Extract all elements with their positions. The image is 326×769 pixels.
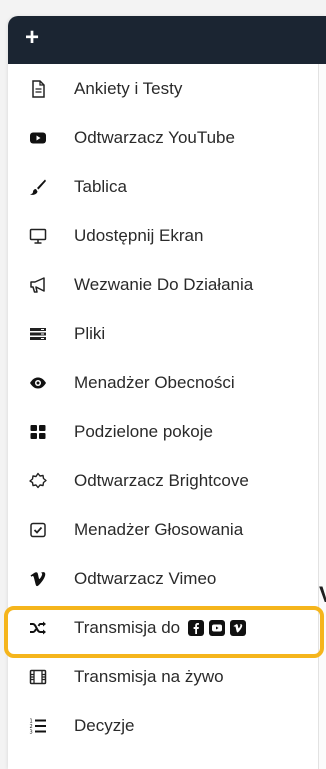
shuffle-icon [28, 618, 48, 638]
brightcove-icon [28, 471, 48, 491]
menu-item-brightcove[interactable]: Odtwarzacz Brightcove [8, 456, 318, 505]
menu-item-decisions[interactable]: 123 Decyzje [8, 701, 318, 750]
eye-icon [28, 373, 48, 393]
menu-item-voting[interactable]: Menadżer Głosowania [8, 505, 318, 554]
menu-item-label: Odtwarzacz YouTube [74, 127, 235, 147]
menu-item-stream-to[interactable]: Transmisja do [8, 603, 318, 652]
brush-icon [28, 177, 48, 197]
menu-item-attendance[interactable]: Menadżer Obecności [8, 358, 318, 407]
menu-item-label: Menadżer Obecności [74, 372, 235, 392]
film-icon [28, 667, 48, 687]
menu-item-label: Udostępnij Ekran [74, 225, 204, 245]
menu-item-call-to-action[interactable]: Wezwanie Do Działania [8, 260, 318, 309]
menu-item-label: Podzielone pokoje [74, 421, 213, 441]
menu-item-label: Ankiety i Testy [74, 78, 183, 98]
menu-item-files[interactable]: Pliki [8, 309, 318, 358]
youtube-icon [209, 620, 226, 637]
menu-item-youtube[interactable]: Odtwarzacz YouTube [8, 113, 318, 162]
menu-item-label: Transmisja do [74, 618, 247, 638]
menu-item-label: Odtwarzacz Vimeo [74, 568, 217, 588]
menu-item-live-stream[interactable]: Transmisja na żywo [8, 652, 318, 701]
widget-menu: Ankiety i Testy Odtwarzacz YouTube Tabli… [8, 64, 319, 769]
menu-item-label: Transmisja na żywo [74, 666, 224, 686]
add-button[interactable]: + [20, 26, 44, 50]
content-area-edge [319, 64, 326, 769]
menu-item-label: Tablica [74, 176, 127, 196]
menu-item-label: Menadżer Głosowania [74, 519, 244, 539]
facebook-icon [188, 620, 205, 637]
sidebar-panel: + Ankiety i Testy Odtwarzacz YouTube Tab… [8, 16, 326, 769]
monitor-icon [28, 226, 48, 246]
document-icon [28, 79, 48, 99]
vimeo-icon [230, 620, 247, 637]
files-icon [28, 324, 48, 344]
menu-item-polls[interactable]: Ankiety i Testy [8, 64, 318, 113]
grid-icon [28, 422, 48, 442]
menu-item-label: Wezwanie Do Działania [74, 274, 254, 294]
checkbox-icon [28, 520, 48, 540]
top-bar: + [8, 16, 326, 64]
vimeo-icon [28, 569, 48, 589]
menu-item-vimeo[interactable]: Odtwarzacz Vimeo [8, 554, 318, 603]
menu-item-label: Odtwarzacz Brightcove [74, 470, 249, 490]
content-area-fragment: V [319, 582, 326, 608]
menu-item-screenshare[interactable]: Udostępnij Ekran [8, 211, 318, 260]
menu-item-breakout-rooms[interactable]: Podzielone pokoje [8, 407, 318, 456]
menu-item-whiteboard[interactable]: Tablica [8, 162, 318, 211]
list-icon: 123 [28, 716, 48, 736]
menu-item-label: Decyzje [74, 715, 135, 735]
svg-text:3: 3 [30, 729, 33, 735]
menu-item-label: Pliki [74, 323, 106, 343]
megaphone-icon [28, 275, 48, 295]
youtube-icon [28, 128, 48, 148]
